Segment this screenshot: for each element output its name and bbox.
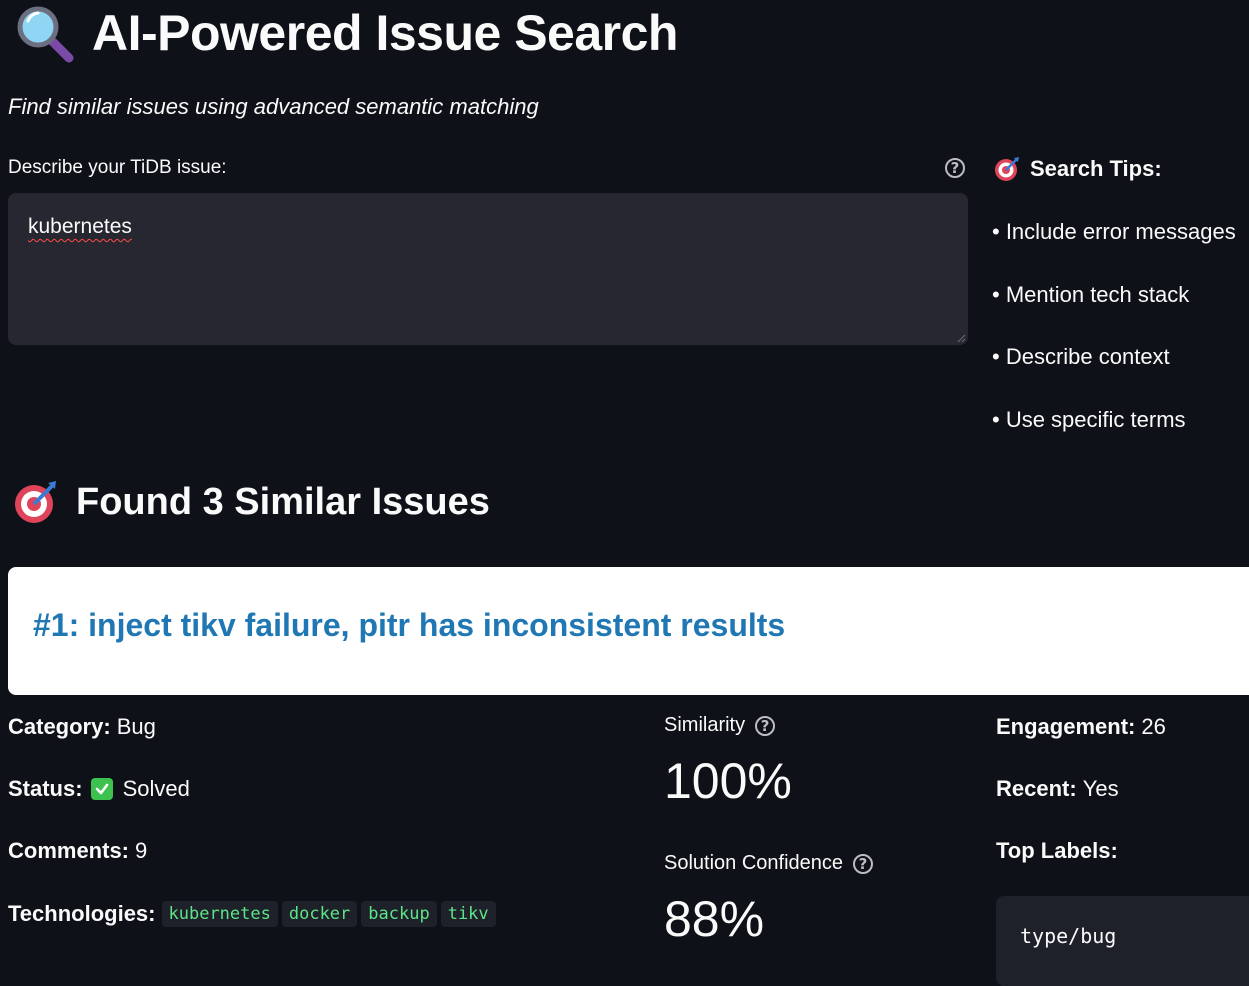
top-labels-heading: Top Labels: xyxy=(996,838,1124,864)
target-icon xyxy=(995,157,1019,181)
results-heading: Found 3 Similar Issues xyxy=(76,480,490,523)
check-mark-icon xyxy=(90,778,113,800)
category-label: Category: xyxy=(8,714,111,739)
status-value: Solved xyxy=(122,776,190,801)
recent-value: Yes xyxy=(1082,776,1119,801)
status-label: Status: xyxy=(8,776,83,801)
issue-category: Category: Bug xyxy=(8,714,156,740)
technology-tag: backup xyxy=(361,901,437,927)
engagement-value: 26 xyxy=(1141,714,1166,739)
issue-technologies: Technologies: kubernetes docker backup t… xyxy=(8,901,500,927)
category-value: Bug xyxy=(116,714,156,739)
similarity-label: Similarity xyxy=(664,714,746,736)
top-labels-label: Top Labels: xyxy=(996,838,1118,863)
issue-card[interactable]: #1: inject tikv failure, pitr has incons… xyxy=(8,567,1249,695)
similarity-value: 100% xyxy=(664,753,792,809)
page-subtitle: Find similar issues using advanced seman… xyxy=(8,94,539,119)
confidence-metric-label: Solution Confidence ? xyxy=(664,852,874,875)
issue-recent: Recent: Yes xyxy=(996,776,1119,802)
confidence-value: 88% xyxy=(664,891,765,947)
question-circle-icon[interactable]: ? xyxy=(945,158,965,178)
comments-value: 9 xyxy=(135,838,148,863)
question-circle-icon[interactable]: ? xyxy=(755,715,776,736)
issue-engagement: Engagement: 26 xyxy=(996,714,1166,740)
magnifying-glass-icon xyxy=(17,6,74,63)
comments-label: Comments: xyxy=(8,838,130,863)
technologies-label: Technologies: xyxy=(8,901,156,926)
confidence-label: Solution Confidence xyxy=(664,852,844,874)
resize-handle-icon[interactable] xyxy=(956,333,966,343)
target-icon xyxy=(15,481,56,523)
tip-item: • Describe context xyxy=(992,344,1170,369)
issue-description-textarea[interactable]: kubernetes xyxy=(8,193,968,345)
issue-status: Status: Solved xyxy=(8,776,190,802)
textarea-value: kubernetes xyxy=(28,215,132,238)
search-tips-title: Search Tips: xyxy=(1030,156,1162,181)
issue-title-link[interactable]: #1: inject tikv failure, pitr has incons… xyxy=(33,607,785,644)
technology-tag: docker xyxy=(281,901,358,927)
recent-label: Recent: xyxy=(996,776,1077,801)
results-header: Found 3 Similar Issues xyxy=(14,480,490,524)
issue-comments: Comments: 9 xyxy=(8,838,147,864)
page-header: AI-Powered Issue Search xyxy=(14,2,678,64)
tip-item: • Mention tech stack xyxy=(992,282,1190,307)
similarity-metric-label: Similarity ? xyxy=(664,714,776,737)
top-label-value: type/bug xyxy=(1020,924,1117,948)
question-circle-icon[interactable]: ? xyxy=(853,853,874,874)
engagement-label: Engagement: xyxy=(996,714,1136,739)
technology-tag: tikv xyxy=(440,901,496,927)
search-tips-header: Search Tips: xyxy=(994,156,1162,182)
tip-item: • Include error messages xyxy=(992,219,1236,244)
issue-input-label: Describe your TiDB issue: xyxy=(8,157,227,178)
tip-item: • Use specific terms xyxy=(992,407,1186,432)
technology-tag: kubernetes xyxy=(161,901,278,927)
page-title: AI-Powered Issue Search xyxy=(92,5,678,61)
